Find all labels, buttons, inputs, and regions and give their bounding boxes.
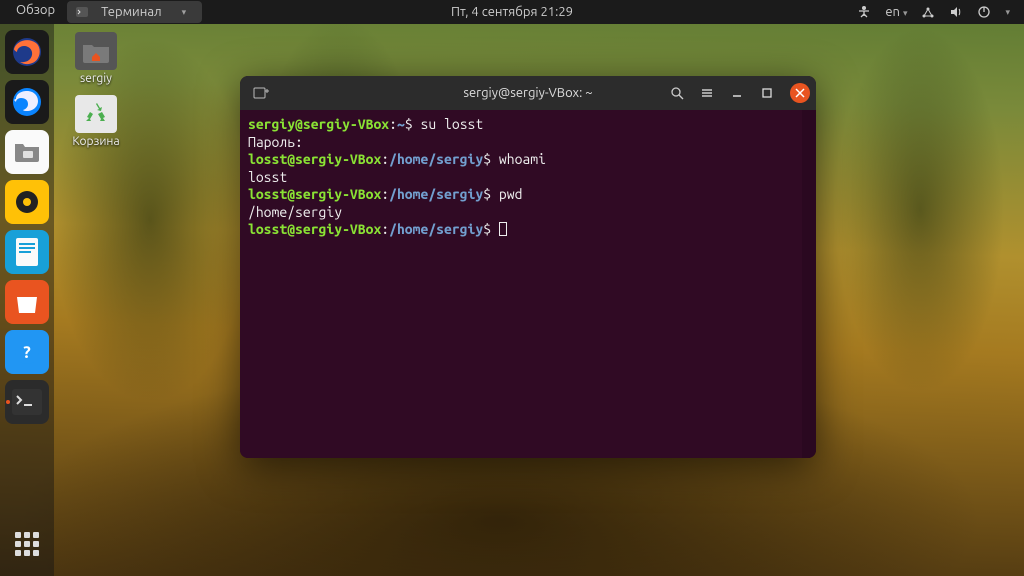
dock-item-thunderbird[interactable] xyxy=(5,80,49,124)
terminal-icon xyxy=(12,389,42,415)
minimize-icon xyxy=(731,87,743,99)
minimize-button[interactable] xyxy=(724,80,750,106)
dock-item-files[interactable] xyxy=(5,130,49,174)
terminal-window: sergiy@sergiy-VBox: ~ sergiy@sergiy-VBox… xyxy=(240,76,816,458)
desktop-icon-label: sergiy xyxy=(66,72,126,85)
dock-item-terminal[interactable] xyxy=(5,380,49,424)
close-icon xyxy=(795,88,805,98)
desktop-icons: sergiy Корзина xyxy=(66,32,126,148)
shopping-bag-icon xyxy=(13,289,41,315)
hamburger-icon xyxy=(700,86,714,100)
app-menu-terminal[interactable]: Терминал ▾ xyxy=(67,1,202,23)
volume-icon[interactable] xyxy=(949,5,963,19)
new-tab-button[interactable] xyxy=(244,79,278,107)
dock-item-firefox[interactable] xyxy=(5,30,49,74)
dock-item-help[interactable]: ? xyxy=(5,330,49,374)
desktop-home-folder[interactable]: sergiy xyxy=(66,32,126,85)
search-icon xyxy=(670,86,684,100)
chevron-down-icon: ▾ xyxy=(174,5,195,20)
search-button[interactable] xyxy=(664,80,690,106)
dock-item-software[interactable] xyxy=(5,280,49,324)
desktop-trash[interactable]: Корзина xyxy=(66,95,126,148)
dock-item-writer[interactable] xyxy=(5,230,49,274)
window-title: sergiy@sergiy-VBox: ~ xyxy=(463,86,592,100)
grid-icon xyxy=(15,532,39,556)
show-applications-button[interactable] xyxy=(5,522,49,566)
new-tab-icon xyxy=(253,85,269,101)
dock-item-rhythmbox[interactable] xyxy=(5,180,49,224)
home-folder-icon xyxy=(82,39,110,63)
network-icon[interactable] xyxy=(921,5,935,19)
document-icon xyxy=(14,237,40,267)
chevron-down-icon: ▾ xyxy=(1005,7,1010,18)
maximize-icon xyxy=(761,87,773,99)
terminal-icon xyxy=(75,5,89,19)
keyboard-layout-label: en xyxy=(885,5,900,19)
hamburger-menu-button[interactable] xyxy=(694,80,720,106)
thunderbird-icon xyxy=(10,85,44,119)
music-icon xyxy=(14,189,40,215)
help-icon: ? xyxy=(14,339,40,365)
firefox-icon xyxy=(10,35,44,69)
recycle-icon xyxy=(84,101,108,127)
keyboard-layout-indicator[interactable]: en ▾ xyxy=(885,5,907,19)
maximize-button[interactable] xyxy=(754,80,780,106)
folder-icon xyxy=(13,140,41,164)
svg-text:?: ? xyxy=(23,343,31,362)
power-icon[interactable] xyxy=(977,5,991,19)
dock: ? xyxy=(0,24,54,576)
close-button[interactable] xyxy=(790,83,810,103)
chevron-down-icon: ▾ xyxy=(903,8,908,18)
desktop-icon-label: Корзина xyxy=(66,135,126,148)
app-menu-label: Терминал xyxy=(93,3,169,21)
terminal-titlebar[interactable]: sergiy@sergiy-VBox: ~ xyxy=(240,76,816,110)
clock[interactable]: Пт, 4 сентября 21:29 xyxy=(451,5,573,19)
activities-button[interactable]: Обзор xyxy=(8,1,63,23)
top-panel: Обзор Терминал ▾ Пт, 4 сентября 21:29 en… xyxy=(0,0,1024,24)
accessibility-icon[interactable] xyxy=(857,5,871,19)
terminal-content[interactable]: sergiy@sergiy-VBox:~$ su losst Пароль: l… xyxy=(240,110,816,458)
